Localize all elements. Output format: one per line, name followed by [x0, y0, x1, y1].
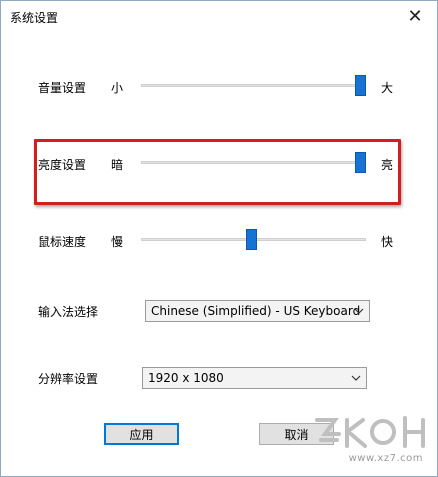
mouse-speed-max-label: 快 [381, 235, 394, 249]
close-icon: ✕ [407, 5, 423, 27]
volume-label: 音量设置 [38, 81, 87, 95]
mouse-speed-min-label: 慢 [111, 235, 124, 249]
input-method-dropdown[interactable]: Chinese (Simplified) - US Keyboard [145, 300, 370, 322]
volume-slider-track [141, 84, 366, 87]
watermark-text: www.xz7.com [348, 453, 423, 464]
title-bar: 系统设置 ✕ [1, 1, 437, 31]
chevron-down-icon [352, 303, 366, 319]
watermark-logo: www.xz7.com [309, 410, 431, 470]
resolution-label: 分辨率设置 [38, 372, 99, 386]
mouse-speed-label: 鼠标速度 [38, 235, 87, 249]
input-method-value: Chinese (Simplified) - US Keyboard [151, 304, 361, 318]
close-button[interactable]: ✕ [393, 1, 437, 31]
highlight-annotation-box [34, 139, 401, 205]
cancel-button-label: 取消 [284, 427, 309, 442]
resolution-value: 1920 x 1080 [148, 371, 224, 385]
volume-max-label: 大 [381, 81, 394, 95]
apply-button[interactable]: 应用 [104, 423, 179, 445]
mouse-speed-slider[interactable] [141, 229, 366, 250]
mouse-speed-slider-thumb[interactable] [245, 229, 257, 250]
chevron-down-icon [349, 370, 363, 386]
volume-slider-thumb[interactable] [355, 75, 366, 96]
resolution-dropdown[interactable]: 1920 x 1080 [142, 367, 367, 389]
apply-button-label: 应用 [129, 427, 154, 442]
settings-window: 系统设置 ✕ 音量设置 小 大 亮度设置 暗 亮 鼠标速度 慢 快 输入法选择 … [0, 0, 438, 477]
window-title: 系统设置 [10, 11, 59, 25]
volume-slider[interactable] [141, 75, 366, 96]
input-method-label: 输入法选择 [38, 305, 99, 319]
volume-min-label: 小 [111, 81, 124, 95]
